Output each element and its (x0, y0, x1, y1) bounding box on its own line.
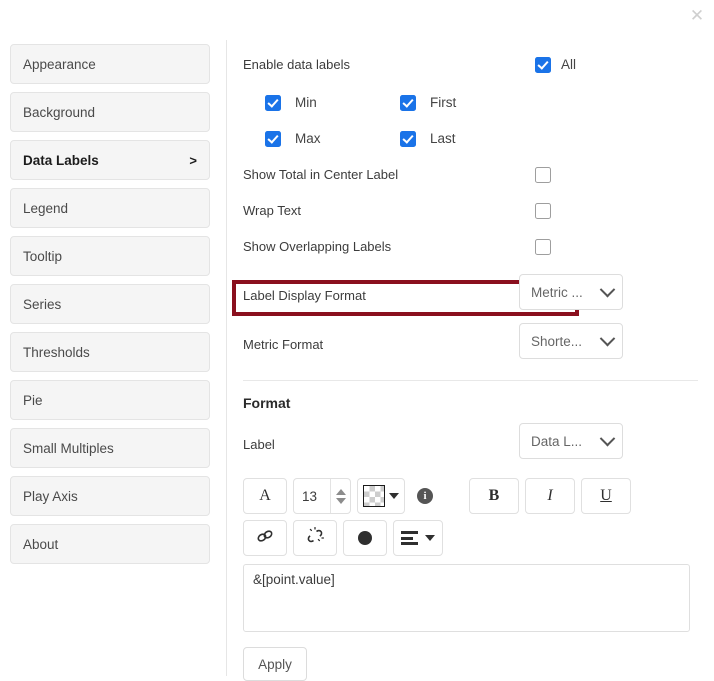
label-display-format-label: Label Display Format (243, 288, 366, 303)
format-section-title: Format (243, 395, 704, 411)
chevron-down-icon (425, 535, 435, 541)
arrow-up-icon[interactable] (336, 489, 346, 495)
show-total-label: Show Total in Center Label (243, 167, 398, 182)
sidebar-item-label: Thresholds (23, 345, 197, 360)
show-overlapping-row: Show Overlapping Labels (243, 230, 704, 266)
chevron-down-icon (389, 493, 399, 499)
filled-circle-icon (358, 531, 372, 545)
dropdown-value: Data L... (531, 434, 582, 449)
font-a-icon: A (259, 487, 271, 505)
checkbox-all[interactable] (535, 57, 551, 73)
sidebar-item-thresholds[interactable]: Thresholds (10, 332, 210, 372)
font-color-button[interactable] (357, 478, 405, 514)
bullet-list-button[interactable] (343, 520, 387, 556)
chevron-down-icon (600, 281, 616, 297)
checkbox-last[interactable] (400, 131, 416, 147)
color-swatch-icon (363, 485, 385, 507)
underline-icon: U (600, 487, 612, 505)
label-display-format-dropdown[interactable]: Metric ... (519, 274, 623, 310)
section-divider (243, 380, 698, 381)
sidebar-item-label: Play Axis (23, 489, 197, 504)
sidebar-item-pie[interactable]: Pie (10, 380, 210, 420)
sidebar-item-about[interactable]: About (10, 524, 210, 564)
min-first-row: Min First (243, 86, 704, 122)
font-size-value[interactable]: 13 (294, 479, 330, 513)
align-lines-icon (401, 531, 418, 545)
stepper-arrows (330, 479, 350, 513)
close-icon[interactable]: ✕ (684, 2, 710, 28)
label-field-label: Label (243, 437, 275, 452)
sidebar-item-label: Background (23, 105, 197, 120)
enable-data-labels-label: Enable data labels (243, 57, 350, 72)
chevron-down-icon (600, 330, 616, 346)
metric-format-dropdown[interactable]: Shorte... (519, 323, 623, 359)
bold-button[interactable]: B (469, 478, 519, 514)
dropdown-value: Shorte... (531, 334, 582, 349)
label-dropdown[interactable]: Data L... (519, 423, 623, 459)
data-labels-panel: Enable data labels All Min First Max Las… (227, 40, 714, 676)
bold-icon: B (489, 487, 500, 505)
checkbox-last-label: Last (430, 131, 456, 146)
text-align-button[interactable] (393, 520, 443, 556)
sidebar-item-label: Pie (23, 393, 197, 408)
checkbox-min[interactable] (265, 95, 281, 111)
sidebar-item-data-labels[interactable]: Data Labels > (10, 140, 210, 180)
max-last-row: Max Last (243, 122, 704, 158)
italic-icon: I (547, 487, 552, 505)
sidebar-item-appearance[interactable]: Appearance (10, 44, 210, 84)
sidebar-item-background[interactable]: Background (10, 92, 210, 132)
expression-textarea[interactable] (243, 564, 690, 632)
wrap-text-row: Wrap Text (243, 194, 704, 230)
metric-format-row: Metric Format Shorte... (243, 323, 704, 372)
chevron-down-icon (600, 430, 616, 446)
show-overlapping-label: Show Overlapping Labels (243, 239, 391, 254)
sidebar-item-label: About (23, 537, 197, 552)
checkbox-first-label: First (430, 95, 456, 110)
show-total-row: Show Total in Center Label (243, 158, 704, 194)
italic-button[interactable]: I (525, 478, 575, 514)
dropdown-value: Metric ... (531, 285, 583, 300)
info-icon[interactable]: i (417, 488, 433, 504)
link-icon (255, 527, 275, 549)
sidebar-item-label: Tooltip (23, 249, 197, 264)
font-size-stepper[interactable]: 13 (293, 478, 351, 514)
font-family-button[interactable]: A (243, 478, 287, 514)
label-display-format-row: Label Display Format Metric ... (243, 274, 704, 323)
sidebar-item-label: Series (23, 297, 197, 312)
underline-button[interactable]: U (581, 478, 631, 514)
remove-link-button[interactable] (293, 520, 337, 556)
unlink-icon (305, 527, 325, 549)
label-row: Label Data L... (243, 423, 704, 472)
format-toolbar-row-1: A 13 i B I U (243, 478, 704, 514)
checkbox-max-label: Max (295, 131, 321, 146)
sidebar-item-small-multiples[interactable]: Small Multiples (10, 428, 210, 468)
sidebar-item-legend[interactable]: Legend (10, 188, 210, 228)
sidebar-item-label: Appearance (23, 57, 197, 72)
checkbox-all-label: All (561, 57, 576, 72)
checkbox-max[interactable] (265, 131, 281, 147)
sidebar-item-tooltip[interactable]: Tooltip (10, 236, 210, 276)
format-toolbar-row-2 (243, 520, 704, 556)
sidebar-item-label: Data Labels (23, 153, 189, 168)
settings-dialog: Appearance Background Data Labels > Lege… (0, 40, 714, 676)
metric-format-label: Metric Format (243, 337, 323, 352)
checkbox-show-total[interactable] (535, 167, 551, 183)
sidebar-item-series[interactable]: Series (10, 284, 210, 324)
insert-link-button[interactable] (243, 520, 287, 556)
settings-sidebar: Appearance Background Data Labels > Lege… (0, 40, 227, 676)
checkbox-min-label: Min (295, 95, 317, 110)
checkbox-wrap-text[interactable] (535, 203, 551, 219)
checkbox-show-overlapping[interactable] (535, 239, 551, 255)
sidebar-item-play-axis[interactable]: Play Axis (10, 476, 210, 516)
chevron-right-icon: > (189, 153, 197, 168)
sidebar-item-label: Small Multiples (23, 441, 197, 456)
sidebar-item-label: Legend (23, 201, 197, 216)
enable-data-labels-row: Enable data labels All (243, 46, 704, 86)
arrow-down-icon[interactable] (336, 498, 346, 504)
wrap-text-label: Wrap Text (243, 203, 301, 218)
checkbox-first[interactable] (400, 95, 416, 111)
